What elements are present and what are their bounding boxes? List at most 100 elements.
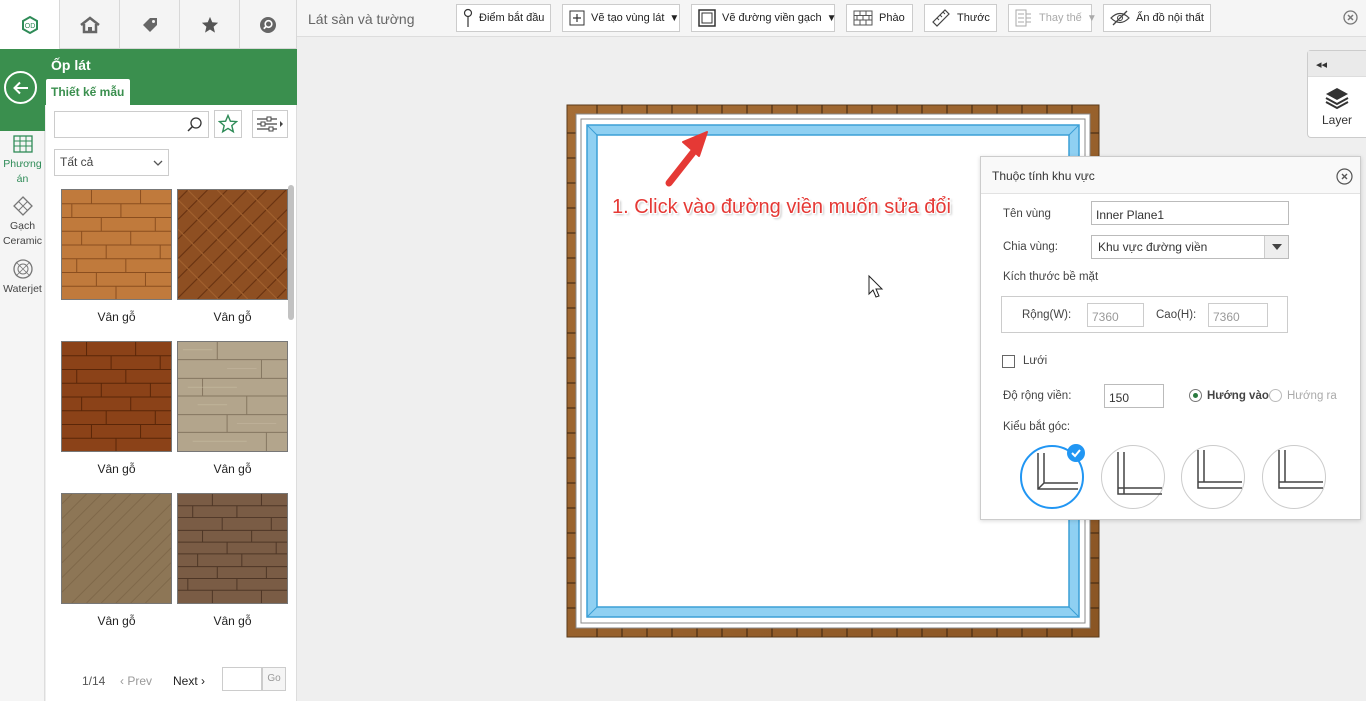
tile-label: Vân gỗ bbox=[97, 310, 136, 324]
tab-logo[interactable]: OD bbox=[0, 0, 60, 49]
corner-style-option-2[interactable] bbox=[1101, 445, 1165, 509]
close-icon[interactable] bbox=[1343, 10, 1358, 25]
corner-style-option-4[interactable] bbox=[1262, 445, 1326, 509]
star-outline-icon bbox=[218, 114, 238, 134]
name-label: Tên vùng bbox=[1003, 208, 1051, 220]
corner-style-option-3[interactable] bbox=[1181, 445, 1245, 509]
height-label: Cao(H): bbox=[1156, 309, 1197, 321]
search-icon[interactable] bbox=[186, 116, 204, 134]
tab-sample-designs[interactable]: Thiết kế mẫu bbox=[46, 79, 130, 105]
panel-title: Ốp lát bbox=[51, 57, 91, 73]
pin-icon bbox=[463, 8, 473, 27]
prev-page-button[interactable]: ‹ Prev bbox=[120, 674, 152, 688]
catalog-scrollbar[interactable] bbox=[288, 185, 294, 320]
direction-out-label: Hướng ra bbox=[1287, 390, 1337, 402]
border-width-input[interactable] bbox=[1104, 384, 1164, 408]
layer-panel[interactable]: ◂◂ Layer bbox=[1307, 50, 1366, 138]
category-sidebar: Phương án Gạch Ceramic Waterjet bbox=[0, 105, 45, 701]
page-number-input[interactable] bbox=[222, 667, 262, 691]
layers-icon bbox=[1325, 88, 1349, 110]
collapse-button[interactable]: ◂◂ bbox=[1308, 51, 1366, 77]
eye-hide-icon bbox=[1110, 10, 1130, 26]
category-select[interactable]: Tất cả bbox=[54, 149, 169, 176]
instruction-annotation: 1. Click vào đường viền muốn sửa đổi bbox=[612, 196, 951, 218]
tile-thumbnail bbox=[177, 493, 288, 604]
go-button[interactable]: Go bbox=[262, 667, 286, 691]
tab-search[interactable] bbox=[240, 0, 297, 49]
border-square-icon bbox=[698, 9, 716, 27]
tab-tag[interactable] bbox=[120, 0, 180, 49]
list-item[interactable]: Vân gỗ bbox=[61, 493, 172, 628]
molding-button[interactable]: Phào bbox=[846, 4, 913, 32]
corner-butt-v-icon bbox=[1197, 450, 1242, 489]
draw-border-label: Vẽ đường viền gạch bbox=[722, 12, 822, 24]
region-split-label: Chia vùng: bbox=[1003, 241, 1058, 253]
arrow-left-icon bbox=[12, 81, 28, 94]
back-button[interactable] bbox=[4, 71, 37, 104]
list-item[interactable]: Vân gỗ bbox=[61, 189, 172, 324]
tab-star[interactable] bbox=[180, 0, 240, 49]
tile-thumbnail bbox=[61, 493, 172, 604]
hide-furniture-label: Ẩn đồ nội thất bbox=[1136, 12, 1204, 24]
add-region-icon bbox=[569, 10, 585, 26]
favorites-button[interactable] bbox=[214, 110, 242, 138]
toolbar-title: Lát sàn và tường bbox=[308, 11, 415, 27]
waterjet-icon bbox=[12, 259, 33, 279]
caret-down-icon: ▼ bbox=[669, 12, 680, 24]
molding-label: Phào bbox=[879, 12, 905, 24]
sidebar-item-waterjet[interactable]: Waterjet bbox=[0, 258, 45, 297]
close-icon[interactable] bbox=[1336, 168, 1353, 185]
panel-header: Ốp lát Thiết kế mẫu bbox=[0, 49, 297, 105]
grid-plan-icon bbox=[12, 135, 33, 153]
region-properties-panel: Thuộc tính khu vực Tên vùng Chia vùng: K… bbox=[980, 156, 1361, 520]
grid-label: Lưới bbox=[1023, 355, 1048, 367]
next-label: Next bbox=[173, 674, 198, 688]
corner-style-option-1[interactable] bbox=[1020, 444, 1085, 509]
corner-butt-h-icon bbox=[1117, 452, 1162, 495]
sidebar-item-label: Gạch bbox=[9, 220, 36, 232]
direction-in-radio[interactable] bbox=[1189, 389, 1202, 402]
sidebar-item-plan[interactable]: Phương án bbox=[0, 133, 45, 187]
sidebar-item-ceramic[interactable]: Gạch Ceramic bbox=[0, 195, 45, 249]
list-item[interactable]: Vân gỗ bbox=[61, 341, 172, 476]
draw-border-button[interactable]: Vẽ đường viền gạch ▼ bbox=[691, 4, 837, 32]
start-point-button[interactable]: Điểm bắt đầu bbox=[456, 4, 551, 32]
draw-region-label: Vẽ tạo vùng lát bbox=[591, 12, 665, 24]
replace-button[interactable]: Thay thế ▼ bbox=[1008, 4, 1097, 32]
width-input[interactable] bbox=[1087, 303, 1144, 327]
brick-icon bbox=[853, 10, 873, 26]
search-circle-icon bbox=[260, 16, 276, 33]
grid-checkbox[interactable] bbox=[1002, 355, 1015, 368]
direction-out-radio[interactable] bbox=[1269, 389, 1282, 402]
list-item[interactable]: Vân gỗ bbox=[177, 189, 288, 324]
logo-icon: OD bbox=[21, 15, 38, 34]
tile-label: Vân gỗ bbox=[213, 310, 252, 324]
star-icon bbox=[201, 16, 218, 33]
sidebar-item-label: Phương bbox=[3, 158, 42, 170]
region-split-select[interactable]: Khu vực đường viền bbox=[1091, 235, 1289, 259]
sidebar-item-label: Waterjet bbox=[3, 283, 42, 295]
height-input[interactable] bbox=[1208, 303, 1268, 327]
top-tabs: OD bbox=[0, 0, 297, 49]
house-icon bbox=[79, 15, 100, 33]
chevron-right-icon: › bbox=[197, 674, 206, 688]
border-width-label: Độ rộng viền: bbox=[1003, 390, 1072, 402]
list-item[interactable]: Vân gỗ bbox=[177, 341, 288, 476]
draw-region-button[interactable]: Vẽ tạo vùng lát ▼ bbox=[562, 4, 680, 32]
properties-title: Thuộc tính khu vực bbox=[981, 157, 1360, 194]
direction-in-label: Hướng vào bbox=[1207, 390, 1269, 402]
hide-furniture-button[interactable]: Ẩn đồ nội thất bbox=[1103, 4, 1211, 32]
list-item[interactable]: Vân gỗ bbox=[177, 493, 288, 628]
filter-button[interactable] bbox=[252, 110, 288, 138]
next-page-button[interactable]: Next › bbox=[173, 674, 205, 688]
toolbar: Lát sàn và tường Điểm bắt đầu Vẽ tạo vùn… bbox=[297, 0, 1366, 37]
tile-label: Vân gỗ bbox=[97, 614, 136, 628]
region-name-input[interactable] bbox=[1091, 201, 1289, 225]
check-icon bbox=[1067, 444, 1085, 462]
caret-down-icon bbox=[1272, 244, 1282, 250]
replace-label: Thay thế bbox=[1039, 12, 1082, 24]
ruler-button[interactable]: Thước bbox=[924, 4, 997, 32]
prev-label: Prev bbox=[127, 674, 153, 688]
tab-house[interactable] bbox=[60, 0, 120, 49]
corner-style-label: Kiểu bắt góc: bbox=[1003, 421, 1071, 433]
